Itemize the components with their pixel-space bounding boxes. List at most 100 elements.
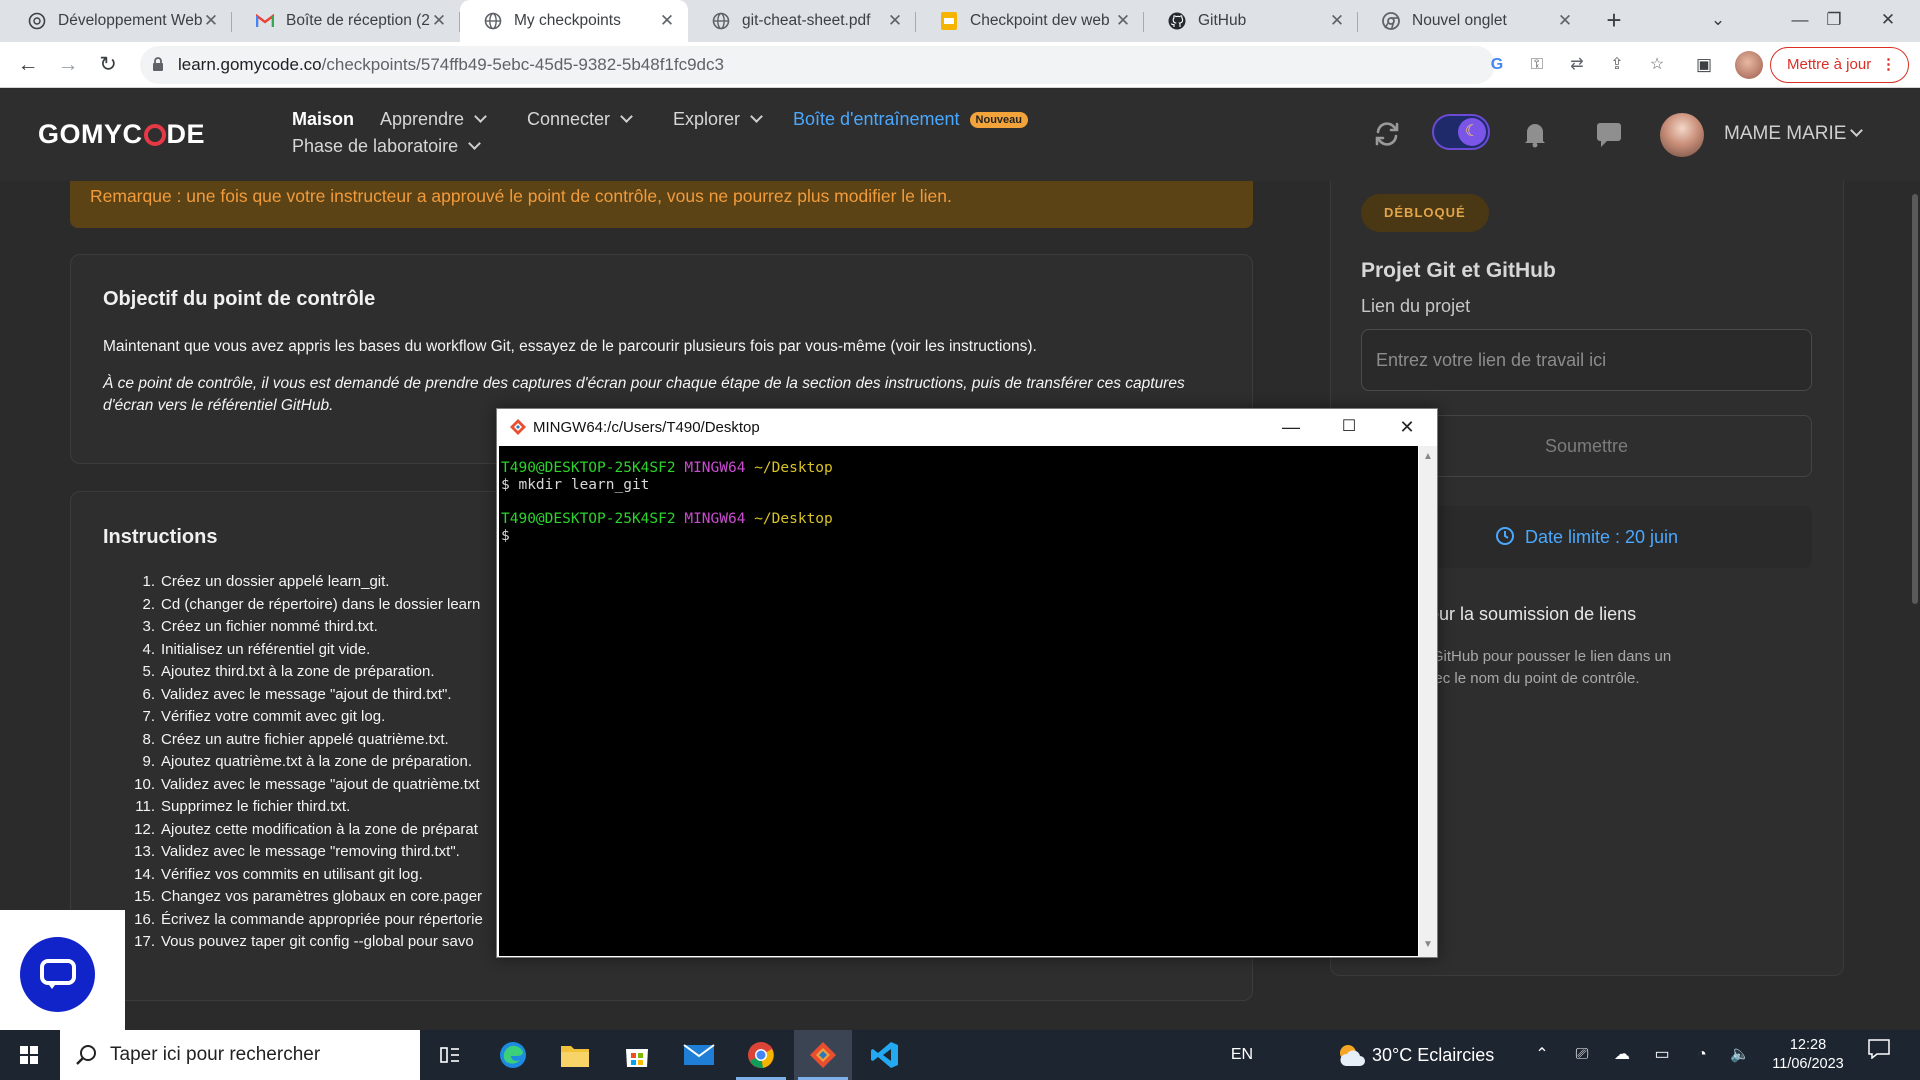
chat-icon[interactable]	[1592, 117, 1626, 151]
tab-close-icon[interactable]: ✕	[1556, 11, 1574, 31]
terminal-command: $ mkdir learn_git	[501, 477, 650, 493]
notifications-icon[interactable]	[1862, 1030, 1896, 1080]
restore-icon[interactable]: ❐	[1810, 0, 1858, 42]
instruction-item: 14. Vérifiez vos commits en utilisant git…	[134, 865, 423, 883]
github-icon	[1168, 12, 1186, 30]
tab-developpement-web[interactable]: Développement Web ✕	[4, 0, 232, 42]
browser-toolbar: ← → ↻ learn.gomycode.co/checkpoints/574f…	[0, 42, 1920, 88]
scroll-down-icon[interactable]: ▼	[1419, 936, 1437, 954]
back-arrow-icon[interactable]: ←	[14, 51, 42, 79]
file-explorer-icon[interactable]	[546, 1030, 604, 1080]
user-menu[interactable]: MAME MARIE	[1724, 123, 1864, 145]
gmail-icon	[256, 12, 274, 30]
onedrive-icon[interactable]: ☁	[1608, 1030, 1636, 1080]
instruction-item: 13. Validez avec le message "removing thi…	[134, 843, 460, 860]
microsoft-store-icon[interactable]	[608, 1030, 666, 1080]
support-chat-button[interactable]	[20, 937, 95, 1012]
key-icon[interactable]: ⚿	[1526, 54, 1548, 76]
chevron-down-icon	[750, 110, 763, 123]
clock-icon	[1495, 527, 1514, 545]
new-tab-button[interactable]: +	[1598, 5, 1630, 37]
nav-training-box[interactable]: Boîte d'entraînement Nouveau	[793, 109, 1029, 130]
close-icon[interactable]: ✕	[1864, 0, 1912, 42]
lock-icon	[153, 57, 163, 71]
chevron-up-icon[interactable]: ⌃	[1528, 1030, 1556, 1080]
nav-learn[interactable]: Apprendre	[380, 109, 487, 130]
site-header: GOMYC DE Maison Apprendre Connecter Explo…	[0, 89, 1920, 181]
chrome-icon[interactable]	[732, 1030, 790, 1080]
instruction-item: 17. Vous pouvez taper git config --global…	[134, 933, 474, 950]
task-view-icon[interactable]	[421, 1030, 479, 1080]
tab-nouvel-onglet[interactable]: Nouvel onglet ✕	[1358, 0, 1586, 42]
taskbar-search[interactable]: Taper ici pour rechercher	[60, 1030, 420, 1080]
deadline-text: Date limite : 20 juin	[1524, 527, 1679, 547]
terminal-prompt-line: T490@DESKTOP-25K4SF2 MINGW64 ~/Desktop	[501, 460, 833, 476]
git-bash-taskbar-icon[interactable]	[794, 1030, 852, 1080]
dark-mode-toggle[interactable]: ☾	[1432, 114, 1490, 150]
terminal-minimize-icon[interactable]: —	[1262, 409, 1320, 446]
nav-explore[interactable]: Explorer	[673, 109, 763, 130]
tab-my-checkpoints[interactable]: My checkpoints ✕	[460, 0, 688, 42]
meet-now-icon[interactable]: ⎚	[1568, 1030, 1596, 1080]
battery-icon[interactable]: ▭	[1648, 1030, 1676, 1080]
terminal-output[interactable]: T490@DESKTOP-25K4SF2 MINGW64 ~/Desktop $…	[499, 446, 1418, 956]
instruction-item: 2. Cd (changer de répertoire) dans le dos…	[142, 595, 481, 613]
language-indicator[interactable]: EN	[1222, 1030, 1262, 1080]
windows-taskbar: Taper ici pour rechercher EN 30°C Eclair…	[0, 1030, 1920, 1080]
address-bar[interactable]: learn.gomycode.co/checkpoints/574ffb49-5…	[140, 46, 1664, 84]
tab-close-icon[interactable]: ✕	[886, 11, 904, 31]
tab-close-icon[interactable]: ✕	[1328, 11, 1346, 31]
bookmark-star-icon[interactable]: ☆	[1646, 54, 1668, 76]
tab-github[interactable]: GitHub ✕	[1144, 0, 1358, 42]
terminal-scrollbar[interactable]: ▲ ▼	[1419, 446, 1437, 957]
tab-search-chevron-icon[interactable]: ⌄	[1694, 0, 1742, 42]
search-icon	[76, 1045, 96, 1065]
side-panel-icon[interactable]: ▣	[1693, 54, 1715, 76]
instruction-item: 16. Écrivez la commande appropriée pour r…	[134, 910, 483, 928]
mail-icon[interactable]	[670, 1030, 728, 1080]
terminal-titlebar[interactable]: MINGW64:/c/Users/T490/Desktop — ☐ ✕	[497, 409, 1437, 446]
google-lens-icon[interactable]: G	[1486, 54, 1508, 76]
user-avatar[interactable]	[1660, 113, 1704, 157]
terminal-close-icon[interactable]: ✕	[1378, 409, 1436, 446]
sync-icon[interactable]	[1370, 117, 1404, 151]
forward-arrow-icon[interactable]: →	[54, 51, 82, 79]
tab-close-icon[interactable]: ✕	[1114, 11, 1132, 31]
scrollbar-thumb[interactable]	[1912, 194, 1918, 604]
tab-close-icon[interactable]: ✕	[202, 11, 220, 31]
page-scrollbar[interactable]	[1910, 181, 1920, 1030]
gomycode-logo[interactable]: GOMYC DE	[38, 119, 205, 150]
terminal-maximize-icon[interactable]: ☐	[1320, 409, 1378, 446]
chevron-down-icon	[474, 110, 487, 123]
translate-icon[interactable]: ⇄	[1566, 54, 1588, 76]
instruction-item: 1. Créez un dossier appelé learn_git.	[142, 573, 390, 590]
tab-gmail[interactable]: Boîte de réception (23 ✕	[232, 0, 460, 42]
instruction-item: 8. Créez un autre fichier appelé quatrièm…	[142, 730, 449, 748]
instructions-list: 1. Créez un dossier appelé learn_git. 2. Cd…	[127, 571, 507, 954]
volume-icon[interactable]: 🔈	[1726, 1030, 1754, 1080]
instruction-item: 11. Supprimez le fichier third.txt.	[135, 798, 351, 815]
browser-profile-avatar[interactable]	[1735, 51, 1763, 79]
tab-checkpoint-dev-web[interactable]: Checkpoint dev web ✕	[916, 0, 1144, 42]
nav-home[interactable]: Maison	[292, 109, 354, 130]
chevron-down-icon	[468, 137, 481, 150]
bell-icon[interactable]	[1518, 117, 1552, 151]
update-button[interactable]: Mettre à jour ⋮	[1770, 47, 1909, 83]
nav-lab-phase[interactable]: Phase de laboratoire	[292, 136, 481, 157]
taskbar-clock[interactable]: 12:28 11/06/2023	[1768, 1036, 1848, 1074]
url-text: learn.gomycode.co/checkpoints/574ffb49-5…	[178, 55, 724, 74]
weather-widget[interactable]: 30°C Eclaircies	[1336, 1030, 1516, 1080]
tab-close-icon[interactable]: ✕	[658, 11, 676, 31]
chevron-down-icon	[1850, 124, 1864, 137]
windows-start-icon[interactable]	[0, 1030, 58, 1080]
tab-git-cheat-sheet[interactable]: git-cheat-sheet.pdf ✕	[688, 0, 916, 42]
share-icon[interactable]: ⇪	[1606, 54, 1628, 76]
scroll-up-icon[interactable]: ▲	[1419, 448, 1437, 466]
vscode-icon[interactable]	[856, 1030, 914, 1080]
reload-icon[interactable]: ↻	[94, 51, 122, 79]
wifi-icon[interactable]: ◔	[1688, 1030, 1716, 1080]
nav-connect[interactable]: Connecter	[527, 109, 633, 130]
tab-close-icon[interactable]: ✕	[430, 11, 448, 31]
edge-icon[interactable]	[484, 1030, 542, 1080]
project-link-input[interactable]	[1361, 329, 1812, 391]
